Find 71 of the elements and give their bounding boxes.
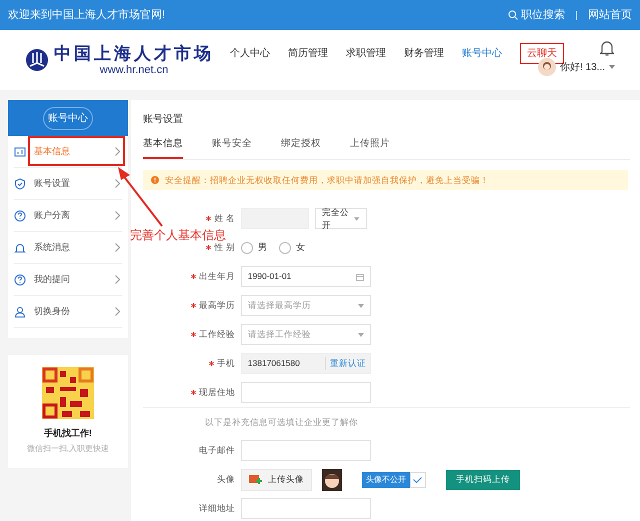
nav-link[interactable]: 财务管理 bbox=[404, 46, 444, 60]
sidebar-item[interactable]: 系统消息 bbox=[14, 232, 122, 264]
chevron-right-icon bbox=[114, 243, 120, 252]
dropdown-caret-icon bbox=[354, 216, 360, 221]
sidebar-item[interactable]: 切换身份 bbox=[14, 296, 122, 328]
sidebar-item-icon bbox=[14, 306, 26, 318]
tab[interactable]: 账号安全 bbox=[212, 137, 252, 160]
field-label: 电子邮件 bbox=[198, 444, 235, 458]
radio-option[interactable]: 女 bbox=[278, 241, 305, 254]
sidebar-item-icon bbox=[14, 210, 26, 222]
qr-title: 手机找工作! bbox=[44, 427, 92, 440]
field-label: 姓 名 bbox=[214, 212, 235, 226]
caret-icon[interactable] bbox=[609, 65, 616, 69]
top-link[interactable]: 网站首页 bbox=[588, 6, 632, 24]
sidebar-item-icon bbox=[14, 146, 26, 158]
nav-link[interactable]: 账号中心 bbox=[462, 46, 502, 60]
chevron-right-icon bbox=[114, 147, 120, 156]
field-label: 性 别 bbox=[214, 241, 235, 254]
nav-link[interactable]: 简历管理 bbox=[288, 46, 328, 60]
tab[interactable]: 基本信息 bbox=[142, 137, 183, 160]
notification-bell-icon[interactable] bbox=[600, 40, 614, 56]
chevron-right-icon bbox=[114, 307, 120, 316]
tab[interactable]: 绑定授权 bbox=[280, 137, 321, 160]
phone-value: 13817061580 bbox=[246, 357, 301, 370]
logo-url: www.hr.net.cn bbox=[100, 64, 168, 76]
annotation-text: 完善个人基本信息 bbox=[130, 228, 226, 242]
logo-icon bbox=[26, 49, 48, 71]
image-upload-icon bbox=[248, 474, 262, 485]
logo-text: 中国上海人才市场 bbox=[54, 44, 214, 64]
sidebar-item[interactable]: 我的提问 bbox=[14, 264, 122, 296]
date-input[interactable]: 1990-01-01 bbox=[240, 266, 371, 288]
field-label: 手机 bbox=[216, 357, 235, 370]
avatar-icon bbox=[538, 58, 556, 76]
search-icon bbox=[508, 10, 518, 20]
dropdown-caret-icon bbox=[358, 332, 364, 337]
section-title: 账号设置 bbox=[142, 112, 184, 127]
check-icon bbox=[413, 476, 422, 483]
sidebar-item-icon bbox=[14, 178, 26, 190]
warning-icon bbox=[150, 176, 159, 184]
privacy-select[interactable]: 完全公开 bbox=[314, 208, 367, 230]
radio-option[interactable]: 男 bbox=[240, 241, 267, 254]
upload-avatar-button[interactable]: 上传头像 bbox=[240, 468, 312, 491]
alert-text: 安全提醒：招聘企业无权收取任何费用，求职中请加强自我保护，避免上当受骗！ bbox=[164, 174, 489, 187]
avatar-icon bbox=[322, 468, 342, 491]
calendar-icon bbox=[356, 272, 364, 281]
top-link[interactable]: 职位搜索 bbox=[508, 6, 565, 24]
qr-code-drawing bbox=[42, 367, 94, 419]
tab[interactable]: 上传照片 bbox=[350, 137, 390, 160]
text-input[interactable] bbox=[240, 440, 371, 462]
sidebar-item-icon bbox=[14, 274, 26, 286]
field-label: 现居住地 bbox=[198, 386, 235, 400]
text-input[interactable] bbox=[240, 498, 371, 520]
nav-link[interactable]: 求职管理 bbox=[346, 46, 386, 60]
sidebar-item[interactable]: 账户分离 bbox=[14, 200, 122, 232]
text-input[interactable] bbox=[240, 382, 371, 404]
scan-upload-button[interactable]: 手机扫码上传 bbox=[446, 470, 520, 490]
chevron-right-icon bbox=[114, 211, 120, 220]
chevron-right-icon bbox=[114, 275, 120, 284]
qr-subtitle: 微信扫一扫,入职更快速 bbox=[26, 442, 110, 454]
nav-link[interactable]: 个人中心 bbox=[230, 46, 270, 60]
welcome-text: 欢迎来到中国上海人才市场官网! bbox=[8, 8, 166, 23]
field-label: 工作经验 bbox=[198, 328, 235, 342]
field-label: 最高学历 bbox=[198, 299, 235, 312]
sidebar-title: 账号中心 bbox=[42, 106, 93, 130]
chevron-right-icon bbox=[114, 179, 120, 188]
sidebar-item-icon bbox=[14, 242, 26, 254]
field-label: 出生年月 bbox=[198, 270, 235, 284]
field-label: 详细地址 bbox=[198, 502, 235, 516]
field-label: 头像 bbox=[216, 473, 235, 486]
section-note: 以下是补充信息可选填让企业更了解你 bbox=[204, 416, 358, 429]
dropdown-caret-icon bbox=[358, 304, 364, 308]
